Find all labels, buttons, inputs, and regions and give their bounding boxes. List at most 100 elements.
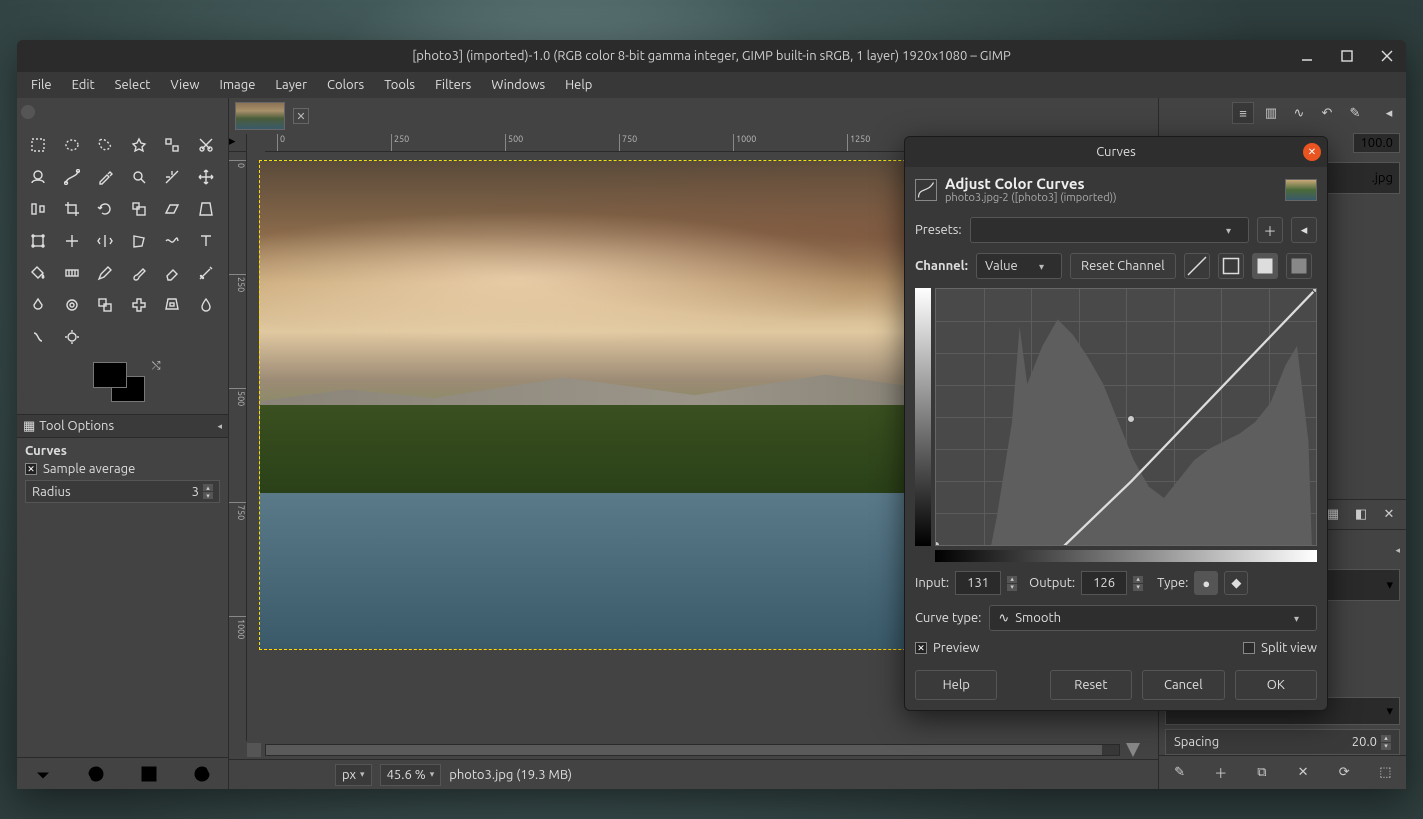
dodge-burn-tool[interactable] (59, 324, 85, 350)
spacing-field[interactable]: Spacing 20.0 ▴▾ (1165, 729, 1400, 755)
histogram-mode-2-icon[interactable] (1286, 253, 1312, 279)
horizontal-scrollbar[interactable] (229, 741, 1158, 759)
preview-checkbox[interactable]: ✕ (915, 642, 927, 654)
ellipse-select-tool[interactable] (59, 132, 85, 158)
zoom-selector[interactable]: 45.6 %▾ (380, 764, 442, 786)
ok-button[interactable]: OK (1235, 670, 1317, 700)
warp-tool[interactable] (159, 228, 185, 254)
free-select-tool[interactable] (92, 132, 118, 158)
unified-transform-tool[interactable] (25, 228, 51, 254)
spacing-down[interactable]: ▾ (1381, 743, 1391, 750)
maximize-button[interactable] (1334, 46, 1360, 66)
handle-transform-tool[interactable] (59, 228, 85, 254)
smudge-tool[interactable] (25, 324, 51, 350)
vertical-ruler[interactable]: 0 250 500 750 1000 (229, 152, 247, 741)
unit-selector[interactable]: px▾ (335, 764, 372, 786)
image-tab-thumbnail[interactable] (235, 102, 285, 130)
save-options-icon[interactable] (31, 762, 55, 786)
measure-tool[interactable] (159, 164, 185, 190)
pencil-tool[interactable] (92, 260, 118, 286)
dialog-close-button[interactable]: ✕ (1303, 143, 1321, 161)
channels-icon[interactable]: ◧ (1350, 504, 1372, 526)
heal-tool[interactable] (126, 292, 152, 318)
color-picker-tool[interactable] (92, 164, 118, 190)
menu-select[interactable]: Select (107, 75, 159, 95)
brushes-tab-icon[interactable]: ≡ (1232, 102, 1254, 124)
reset-channel-button[interactable]: Reset Channel (1070, 253, 1176, 279)
radius-up[interactable]: ▴ (203, 484, 213, 491)
delete-brush-icon[interactable]: ✕ (1292, 762, 1314, 784)
menu-image[interactable]: Image (212, 75, 264, 95)
perspective-tool[interactable] (193, 196, 219, 222)
ink-tool[interactable] (25, 292, 51, 318)
presets-select[interactable] (970, 217, 1249, 243)
input-up[interactable]: ▴ (1007, 576, 1017, 583)
refresh-brushes-icon[interactable]: ⟳ (1333, 762, 1355, 784)
quickmask-toggle[interactable] (247, 743, 261, 757)
menu-tools[interactable]: Tools (376, 75, 423, 95)
histogram-log-icon[interactable] (1218, 253, 1244, 279)
undo-history-tab-icon[interactable]: ↶ (1316, 102, 1338, 124)
histogram-linear-icon[interactable] (1184, 253, 1210, 279)
crop-tool[interactable] (59, 196, 85, 222)
by-color-select-tool[interactable] (159, 132, 185, 158)
zoom-tool[interactable] (126, 164, 152, 190)
reset-button[interactable]: Reset (1050, 670, 1132, 700)
image-tab-close[interactable]: ✕ (293, 108, 309, 124)
text-tool[interactable] (193, 228, 219, 254)
bucket-fill-tool[interactable] (25, 260, 51, 286)
curve-handle-end[interactable] (1312, 288, 1317, 293)
duplicate-brush-icon[interactable]: ⧉ (1251, 762, 1273, 784)
reset-options-icon[interactable] (190, 762, 214, 786)
split-view-checkbox[interactable] (1243, 642, 1255, 654)
fuzzy-select-tool[interactable] (126, 132, 152, 158)
menu-windows[interactable]: Windows (483, 75, 553, 95)
radius-down[interactable]: ▾ (203, 492, 213, 499)
spacing-up[interactable]: ▴ (1381, 735, 1391, 742)
output-value-field[interactable]: 126 (1081, 571, 1127, 595)
color-swatches[interactable]: ⤭ (93, 362, 153, 410)
histogram-mode-1-icon[interactable] (1252, 253, 1278, 279)
close-button[interactable] (1374, 46, 1400, 66)
brush-size-value[interactable]: 100.0 (1353, 133, 1400, 153)
ruler-origin[interactable]: ▸ (229, 134, 247, 152)
foreground-color-swatch[interactable] (93, 362, 127, 388)
align-tool[interactable] (25, 196, 51, 222)
airbrush-tool[interactable] (193, 260, 219, 286)
channel-select[interactable]: Value (976, 253, 1062, 279)
navigation-icon[interactable] (1126, 743, 1140, 757)
shear-tool[interactable] (159, 196, 185, 222)
curve-type-select[interactable]: ∿Smooth (989, 605, 1317, 631)
sample-average-checkbox[interactable]: ✕ (25, 463, 37, 475)
delete-options-icon[interactable] (137, 762, 161, 786)
paint-dynamics-tab-icon[interactable]: ✎ (1344, 102, 1366, 124)
foreground-select-tool[interactable] (25, 164, 51, 190)
menu-filters[interactable]: Filters (427, 75, 479, 95)
help-button[interactable]: Help (915, 670, 997, 700)
patterns-tab-icon[interactable]: ▥ (1260, 102, 1282, 124)
rect-select-tool[interactable] (25, 132, 51, 158)
add-preset-button[interactable]: ＋ (1257, 217, 1283, 243)
perspective-clone-tool[interactable] (159, 292, 185, 318)
eraser-tool[interactable] (159, 260, 185, 286)
titlebar[interactable]: [photo3] (imported)-1.0 (RGB color 8-bit… (17, 40, 1406, 72)
curve-handle-start[interactable] (935, 541, 940, 546)
minimize-button[interactable] (1294, 46, 1320, 66)
input-down[interactable]: ▾ (1007, 584, 1017, 591)
scale-tool[interactable] (126, 196, 152, 222)
dock-menu-icon[interactable]: ◂ (1378, 102, 1400, 124)
panel-menu-icon[interactable]: ◂ (1395, 545, 1400, 556)
delete-layer-icon[interactable]: ✕ (1378, 504, 1400, 526)
output-down[interactable]: ▾ (1133, 584, 1143, 591)
menu-layer[interactable]: Layer (267, 75, 315, 95)
point-type-corner[interactable]: ◆ (1224, 571, 1248, 595)
menu-colors[interactable]: Colors (319, 75, 372, 95)
menu-help[interactable]: Help (557, 75, 600, 95)
curve-handle-mid[interactable] (1127, 415, 1135, 423)
mypaint-brush-tool[interactable] (59, 292, 85, 318)
point-type-smooth[interactable]: ● (1194, 571, 1218, 595)
menu-file[interactable]: File (23, 75, 60, 95)
clone-tool[interactable] (92, 292, 118, 318)
preset-menu-button[interactable]: ◂ (1291, 217, 1317, 243)
swap-colors-icon[interactable]: ⤭ (152, 360, 161, 373)
